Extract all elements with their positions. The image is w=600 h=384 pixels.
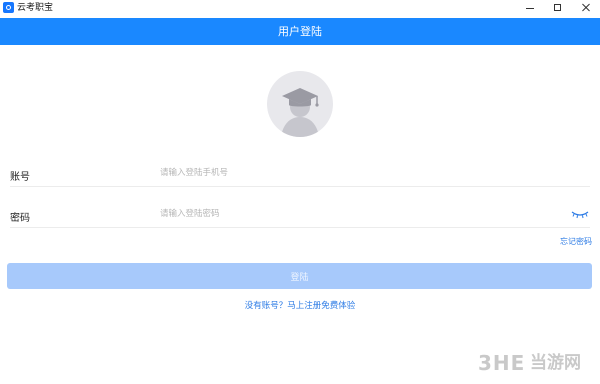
watermark-logo: 3HE [478, 351, 526, 375]
login-button[interactable]: 登陆 [7, 263, 592, 289]
account-divider [10, 186, 590, 187]
graduation-cap-avatar-icon [281, 88, 319, 137]
maximize-button[interactable] [544, 0, 572, 16]
password-label: 密码 [10, 213, 30, 224]
avatar [267, 71, 333, 137]
watermark-text: 当游网 [530, 353, 581, 373]
eye-closed-icon[interactable] [570, 209, 590, 219]
header-bar: 用户登陆 [0, 18, 600, 45]
app-logo-icon [3, 2, 14, 13]
page-title: 用户登陆 [278, 25, 322, 38]
close-button[interactable] [572, 0, 600, 16]
account-label: 账号 [10, 172, 30, 183]
register-link[interactable]: 没有账号？马上注册免费体验 [0, 299, 600, 311]
account-input[interactable] [160, 165, 490, 181]
forgot-password-link[interactable]: 忘记密码 [560, 236, 592, 247]
app-name: 云考职宝 [17, 3, 54, 13]
minimize-button[interactable] [516, 0, 544, 16]
window-titlebar: 云考职宝 [0, 0, 600, 16]
password-divider [10, 227, 590, 228]
password-input[interactable] [160, 206, 560, 222]
